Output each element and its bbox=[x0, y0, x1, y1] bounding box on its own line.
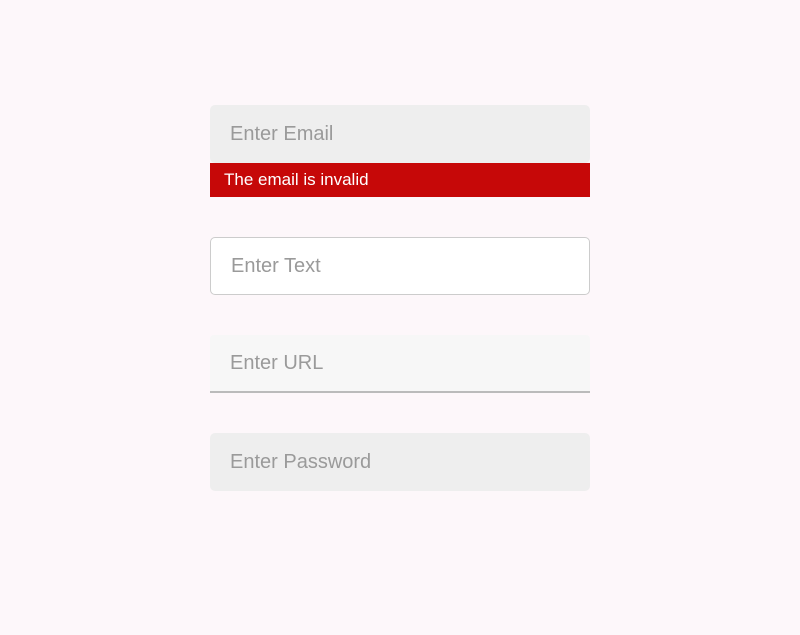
password-field-group bbox=[210, 433, 590, 491]
url-field-group bbox=[210, 335, 590, 393]
url-input[interactable] bbox=[210, 335, 590, 393]
text-input[interactable] bbox=[210, 237, 590, 295]
text-field-group bbox=[210, 237, 590, 295]
email-field-group: The email is invalid bbox=[210, 105, 590, 197]
password-input[interactable] bbox=[210, 433, 590, 491]
email-input[interactable] bbox=[210, 105, 590, 163]
email-error-message: The email is invalid bbox=[210, 163, 590, 197]
